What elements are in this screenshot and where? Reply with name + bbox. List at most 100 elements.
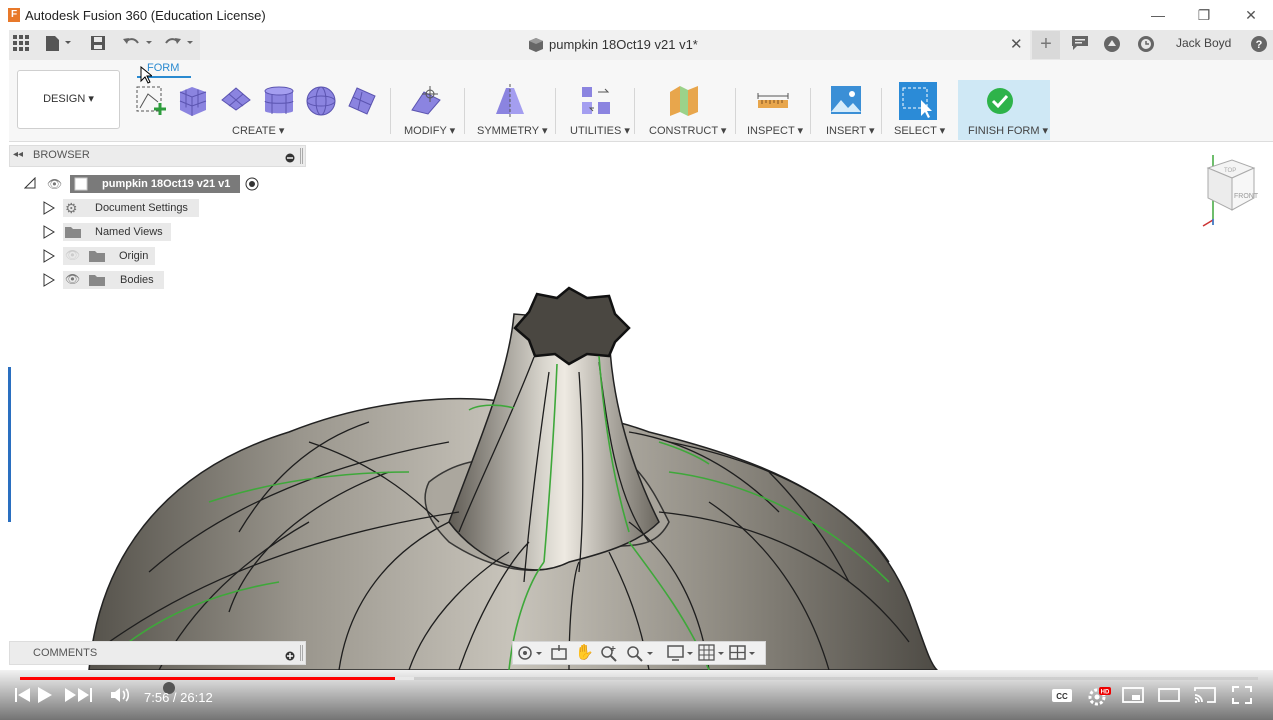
folder-icon bbox=[89, 274, 105, 289]
theater-mode-icon[interactable] bbox=[1158, 686, 1180, 709]
toolbar-divider bbox=[881, 88, 882, 134]
toolbar-divider bbox=[390, 88, 391, 134]
help-icon[interactable]: ? bbox=[1250, 35, 1268, 57]
new-tab-plus-icon[interactable]: + bbox=[1032, 31, 1060, 59]
toolbar-divider bbox=[555, 88, 556, 134]
look-at-icon[interactable] bbox=[550, 644, 568, 667]
expand-triangle-icon[interactable] bbox=[43, 273, 55, 290]
display-settings-icon[interactable] bbox=[667, 644, 695, 667]
workspace-switcher-button[interactable]: DESIGN ▾ bbox=[17, 70, 120, 129]
cast-icon[interactable] bbox=[1193, 686, 1217, 709]
visibility-eye-icon[interactable]: 👁 bbox=[47, 177, 62, 191]
insert-menu[interactable]: INSERT ▾ bbox=[826, 124, 875, 137]
collapse-triangle-icon[interactable] bbox=[23, 176, 36, 192]
select-menu[interactable]: SELECT ▾ bbox=[894, 124, 945, 137]
viewports-icon[interactable] bbox=[729, 644, 757, 667]
next-icon[interactable] bbox=[64, 686, 94, 709]
view-cube-front-label: FRONT bbox=[1234, 193, 1259, 200]
expand-triangle-icon[interactable] bbox=[43, 201, 55, 218]
symmetry-icon[interactable] bbox=[494, 84, 526, 118]
folder-icon bbox=[65, 226, 81, 241]
plane-icon[interactable] bbox=[220, 84, 252, 116]
select-icon[interactable] bbox=[899, 82, 937, 120]
toolbar-divider bbox=[810, 88, 811, 134]
tree-item-label: Origin bbox=[119, 250, 149, 262]
expand-triangle-icon[interactable] bbox=[43, 249, 55, 266]
redo-icon[interactable] bbox=[163, 35, 195, 55]
quadball-icon[interactable] bbox=[347, 84, 379, 116]
browser-toggle-icon[interactable] bbox=[285, 150, 295, 168]
insert-image-icon[interactable] bbox=[830, 84, 862, 116]
create-menu[interactable]: CREATE ▾ bbox=[232, 124, 284, 137]
collapse-browser-icon[interactable]: ◂◂ bbox=[13, 149, 23, 160]
extensions-icon[interactable] bbox=[1103, 35, 1121, 57]
utilities-menu[interactable]: UTILITIES ▾ bbox=[570, 124, 630, 137]
grid-snaps-icon[interactable] bbox=[698, 644, 726, 667]
zoom-icon[interactable] bbox=[600, 644, 618, 667]
measure-icon[interactable] bbox=[757, 84, 789, 116]
svg-text:HD: HD bbox=[1101, 690, 1110, 696]
save-icon[interactable] bbox=[90, 35, 106, 55]
panel-resize-handle[interactable] bbox=[300, 645, 303, 661]
zoom-window-icon[interactable] bbox=[626, 644, 654, 667]
construct-plane-icon[interactable] bbox=[668, 84, 700, 116]
checkmark-icon bbox=[986, 87, 1018, 119]
symmetry-menu[interactable]: SYMMETRY ▾ bbox=[477, 124, 548, 137]
pumpkin-model[interactable] bbox=[9, 142, 1273, 671]
cylinder-icon[interactable] bbox=[262, 84, 294, 116]
root-component-label: pumpkin 18Oct19 v21 v1 bbox=[102, 178, 231, 190]
video-played-bar bbox=[20, 677, 395, 680]
notifications-clock-icon[interactable] bbox=[1137, 35, 1155, 57]
window-title: Autodesk Fusion 360 (Education License) bbox=[25, 8, 266, 23]
previous-icon[interactable] bbox=[14, 686, 32, 709]
sphere-icon[interactable] bbox=[305, 84, 337, 116]
document-title: pumpkin 18Oct19 v21 v1* bbox=[549, 37, 698, 52]
volume-icon[interactable] bbox=[110, 686, 132, 709]
side-panel-indicator bbox=[8, 367, 11, 522]
finish-form-label: FINISH FORM ▾ bbox=[968, 125, 1049, 137]
pan-hand-icon[interactable]: ✋ bbox=[575, 643, 594, 661]
construct-menu[interactable]: CONSTRUCT ▾ bbox=[649, 124, 726, 137]
minimize-icon[interactable]: — bbox=[1143, 4, 1173, 26]
canvas-viewport[interactable] bbox=[9, 142, 1273, 671]
box-icon[interactable] bbox=[176, 84, 208, 116]
create-form-sketch-icon[interactable] bbox=[134, 84, 166, 116]
hidden-eye-icon[interactable]: 👁 bbox=[65, 248, 80, 262]
tree-item-label: Bodies bbox=[120, 274, 154, 286]
browser-label: BROWSER bbox=[33, 149, 90, 161]
orbit-icon[interactable] bbox=[517, 644, 543, 667]
captions-icon[interactable]: CC bbox=[1051, 686, 1073, 709]
inspect-menu[interactable]: INSPECT ▾ bbox=[747, 124, 803, 137]
folder-icon bbox=[89, 250, 105, 265]
svg-text:?: ? bbox=[1256, 39, 1263, 51]
play-icon[interactable] bbox=[36, 686, 54, 709]
file-icon[interactable] bbox=[45, 35, 73, 55]
video-time: 7:56 / 26:12 bbox=[144, 690, 213, 705]
user-account[interactable]: Jack Boyd bbox=[1176, 36, 1231, 50]
add-comment-icon[interactable] bbox=[285, 648, 295, 666]
view-cube[interactable]: TOP FRONT bbox=[1200, 150, 1260, 235]
utilities-convert-icon[interactable] bbox=[580, 84, 612, 116]
modify-menu[interactable]: MODIFY ▾ bbox=[404, 124, 455, 137]
gear-icon: ⚙ bbox=[65, 200, 78, 216]
tree-item-label: Document Settings bbox=[95, 202, 188, 214]
fullscreen-icon[interactable] bbox=[1232, 686, 1252, 709]
view-cube-top-label: TOP bbox=[1224, 168, 1236, 174]
toolbar-divider bbox=[634, 88, 635, 134]
component-icon bbox=[74, 177, 88, 194]
miniplayer-icon[interactable] bbox=[1122, 686, 1144, 709]
activate-radio-icon[interactable] bbox=[245, 177, 259, 194]
close-window-icon[interactable]: ✕ bbox=[1236, 4, 1266, 26]
job-status-comment-icon[interactable] bbox=[1071, 35, 1089, 55]
restore-icon[interactable]: ❐ bbox=[1189, 4, 1219, 26]
close-tab-icon[interactable]: ✕ bbox=[1010, 35, 1023, 53]
toolbar-divider bbox=[735, 88, 736, 134]
modify-edit-form-icon[interactable] bbox=[410, 84, 442, 116]
fusion-logo-icon: F bbox=[8, 8, 20, 22]
data-panel-grid-icon[interactable] bbox=[13, 35, 29, 55]
panel-resize-handle[interactable] bbox=[300, 148, 303, 164]
visibility-eye-icon[interactable]: 👁 bbox=[65, 272, 80, 286]
undo-icon[interactable] bbox=[122, 35, 154, 55]
settings-gear-icon[interactable]: HD bbox=[1088, 686, 1112, 711]
expand-triangle-icon[interactable] bbox=[43, 225, 55, 242]
